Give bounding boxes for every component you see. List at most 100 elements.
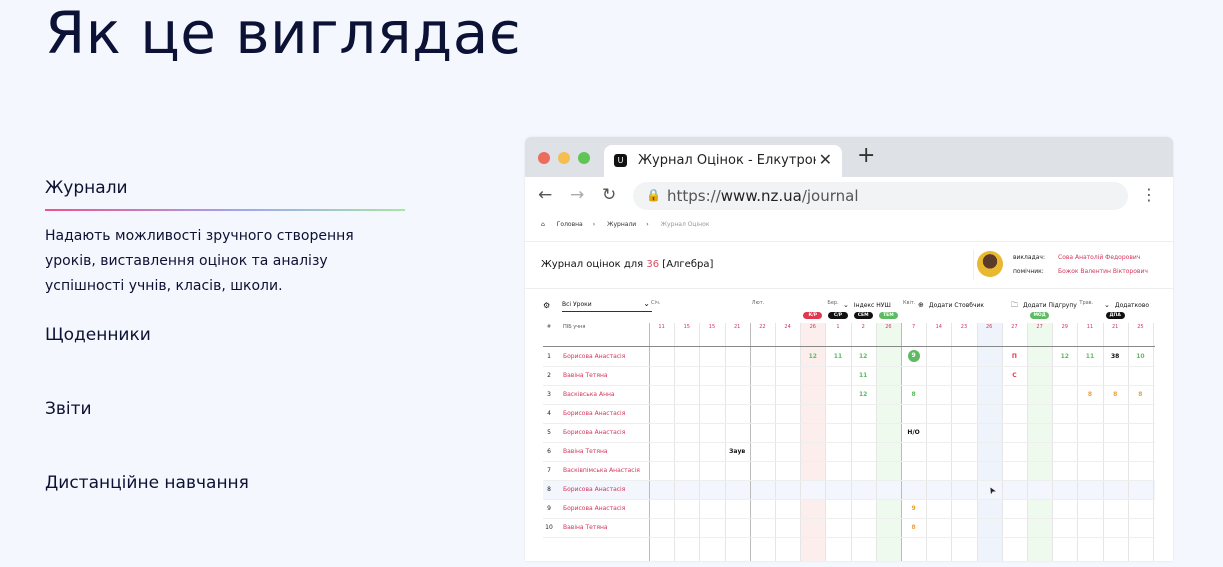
nush-index-dropdown[interactable]: ⌄ Індекс НУШ — [843, 301, 891, 309]
breadcrumb-home[interactable]: Головна — [557, 221, 583, 228]
grade-cell[interactable]: 8 — [901, 391, 926, 398]
day-header[interactable]: 1 — [825, 324, 850, 330]
day-header[interactable]: 22 — [750, 324, 775, 330]
grade-cell[interactable]: 9 — [907, 350, 920, 362]
row-divider — [543, 537, 1155, 538]
day-header[interactable]: 15 — [674, 324, 699, 330]
day-header[interactable]: 29 — [1052, 324, 1077, 330]
grade-cell[interactable]: 10 — [1128, 353, 1153, 360]
feature-journals[interactable]: Журнали — [45, 178, 405, 209]
browser-menu-icon[interactable]: ⋮ — [1141, 185, 1157, 204]
lesson-type-badge[interactable]: СЕМ — [853, 312, 873, 319]
day-header[interactable]: 24 — [775, 324, 800, 330]
grade-cell[interactable]: 8 — [1103, 391, 1128, 398]
day-header[interactable]: 25 — [1128, 324, 1153, 330]
grade-cell[interactable]: 38 — [1103, 353, 1128, 360]
grade-cell[interactable]: С — [1002, 372, 1027, 379]
add-subgroup-button[interactable]: 🗀 Додати Підгрупу — [1011, 301, 1077, 312]
feature-reports[interactable]: Звіти — [45, 399, 92, 419]
assistant-name[interactable]: Божок Валентин Вікторович — [1058, 268, 1148, 275]
day-header[interactable]: 27 — [1027, 324, 1052, 330]
day-header[interactable]: 23 — [951, 324, 976, 330]
window-minimize-button[interactable] — [558, 152, 570, 164]
tab-bar: U Журнал Оцінок - Елкутронний ✕ + — [525, 137, 1173, 177]
lesson-type-badge[interactable]: ТЕМ — [878, 312, 898, 319]
student-name[interactable]: Борисова Анастасія — [563, 353, 647, 360]
nz-logo-icon: U — [614, 154, 627, 167]
grade-cell[interactable]: 12 — [851, 391, 876, 398]
header-divider — [543, 346, 1155, 347]
day-header[interactable]: 27 — [1002, 324, 1027, 330]
student-name[interactable]: Вавіна Тетяна — [563, 524, 647, 531]
more-dropdown[interactable]: ⌄ Додатково — [1104, 301, 1149, 309]
lesson-filter-select[interactable]: Всі Уроки ⌄ — [562, 299, 652, 312]
day-header[interactable]: 14 — [926, 324, 951, 330]
day-header[interactable]: 21 — [725, 324, 750, 330]
url-input[interactable]: 🔒 https://www.nz.ua/journal — [633, 182, 1128, 210]
grade-cell[interactable]: 11 — [851, 372, 876, 379]
close-icon[interactable]: ✕ — [819, 150, 832, 169]
browser-tab[interactable]: U Журнал Оцінок - Елкутронний ✕ — [604, 145, 842, 177]
day-header[interactable]: 7 — [901, 324, 926, 330]
feature-distance-learning[interactable]: Дистанційне навчання — [45, 473, 249, 493]
grade-cell[interactable]: 12 — [800, 353, 825, 360]
row-number: 7 — [547, 467, 551, 474]
back-icon[interactable]: ← — [538, 185, 552, 205]
breadcrumb-journals[interactable]: Журнали — [607, 221, 636, 228]
new-tab-icon[interactable]: + — [857, 143, 875, 168]
lesson-type-badge[interactable]: МОД — [1030, 312, 1050, 319]
forward-icon[interactable]: → — [570, 185, 584, 205]
student-name[interactable]: Васківпімська Анастасія — [563, 467, 647, 474]
add-column-button[interactable]: ⊕ Додати Стовбчик — [918, 301, 984, 309]
row-divider — [543, 366, 1155, 367]
month-label: Трав. — [1079, 300, 1094, 306]
student-name[interactable]: Борисова Анастасія — [563, 505, 647, 512]
grade-cell[interactable]: 8 — [1077, 391, 1102, 398]
day-header[interactable]: 11 — [649, 324, 674, 330]
add-subgroup-label: Додати Підгрупу — [1023, 302, 1077, 309]
grade-cell[interactable]: Н/О — [901, 429, 926, 436]
grade-cell[interactable]: 12 — [851, 353, 876, 360]
avatar — [977, 251, 1003, 277]
grade-cell[interactable]: 11 — [1077, 353, 1102, 360]
row-divider — [543, 442, 1155, 443]
feature-underline — [45, 209, 405, 211]
grade-cell[interactable]: 8 — [901, 524, 926, 531]
journal-title-prefix: Журнал оцінок для — [541, 259, 644, 270]
grade-cell[interactable]: П — [1002, 353, 1027, 360]
day-header[interactable]: 11 — [1077, 324, 1102, 330]
lesson-type-badge[interactable]: С/Р — [828, 312, 848, 319]
lesson-type-badge[interactable]: К/Р — [803, 312, 823, 319]
student-name[interactable]: Борисова Анастасія — [563, 410, 647, 417]
day-header[interactable]: 26 — [977, 324, 1002, 330]
feature-description: Надають можливості зручного створення ур… — [45, 228, 354, 294]
filter-icon[interactable]: ⚙ — [543, 301, 550, 310]
teacher-name[interactable]: Сова Анатолій Федорович — [1058, 254, 1140, 261]
grade-cell[interactable]: 12 — [1052, 353, 1077, 360]
grade-cell[interactable]: Заув — [725, 448, 750, 455]
day-header[interactable]: 21 — [1103, 324, 1128, 330]
student-name[interactable]: Вавіна Тетяна — [563, 372, 647, 379]
grade-cell[interactable]: 8 — [1128, 391, 1153, 398]
nush-index-label: Індекс НУШ — [853, 302, 891, 309]
lesson-type-badge[interactable]: ДПА — [1105, 312, 1125, 319]
class-number: 36 — [646, 259, 660, 270]
reload-icon[interactable]: ↻ — [602, 185, 616, 205]
day-header[interactable]: 2 — [851, 324, 876, 330]
day-header[interactable]: 15 — [699, 324, 724, 330]
day-header[interactable]: 26 — [876, 324, 901, 330]
row-divider — [543, 499, 1155, 500]
window-maximize-button[interactable] — [578, 152, 590, 164]
student-name[interactable]: Борисова Анастасія — [563, 486, 647, 493]
student-name[interactable]: Вавіна Тетяна — [563, 448, 647, 455]
feature-diaries[interactable]: Щоденники — [45, 325, 151, 345]
student-name[interactable]: Васківська Анна — [563, 391, 647, 398]
window-close-button[interactable] — [538, 152, 550, 164]
grade-cell[interactable]: 11 — [825, 353, 850, 360]
student-name[interactable]: Борисова Анастасія — [563, 429, 647, 436]
day-header[interactable]: 26 — [800, 324, 825, 330]
subject-name: [Алгебра] — [662, 259, 714, 270]
home-icon[interactable]: ⌂ — [541, 221, 545, 228]
grade-cell[interactable]: 9 — [901, 505, 926, 512]
plus-circle-icon: ⊕ — [918, 301, 924, 309]
